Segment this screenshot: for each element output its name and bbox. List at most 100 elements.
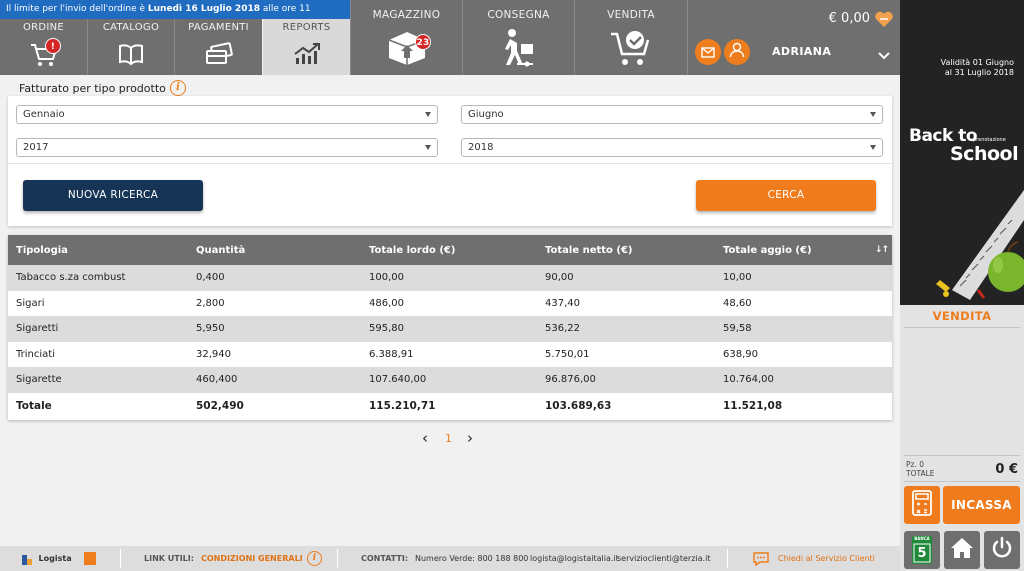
next-page-button[interactable]: › [467,429,473,447]
promo-banner[interactable]: Validità 01 Giugno al 31 Luglio 2018 Bac… [900,0,1024,305]
power-icon [990,536,1014,564]
cell-totale-aggio: 638,90 [723,348,758,360]
total-label: Totale [16,400,52,412]
pieces-label: Pz. 0 [906,460,924,469]
cell-totale-lordo: 6.388,91 [369,348,414,360]
email-link[interactable]: logista@logistaitalia.it [530,546,619,571]
profile-button[interactable] [724,39,750,65]
cell-quantita: 2,800 [196,297,225,309]
cell-totale-netto: 5.750,01 [545,348,590,360]
dropdown-arrow-icon [425,145,431,150]
promo-validity-line1: Validità 01 Giugno [940,58,1014,67]
info-icon[interactable]: i [170,80,186,96]
to-month-value: Giugno [468,109,504,120]
tab-catalogo[interactable]: CATALOGO [88,19,174,75]
chevron-down-icon[interactable] [878,45,890,64]
to-month-select[interactable]: Giugno [461,105,883,124]
customer-service-link[interactable]: Chiedi al Servizio Clienti [778,546,875,571]
search-button[interactable]: CERCA [696,180,876,211]
prev-page-button[interactable]: ‹ [422,429,428,447]
info-icon[interactable]: i [307,551,322,566]
tab-ordine[interactable]: ORDINE ! [0,19,87,75]
tab-reports[interactable]: REPORTS [263,19,350,75]
wallet-heart-icon[interactable] [874,10,894,32]
cell-totale-netto: 536,22 [545,323,580,335]
logo-text: Logista [38,554,72,563]
total-quantita: 502,490 [196,400,244,412]
dropdown-arrow-icon [425,112,431,117]
total-aggio: 11.521,08 [723,400,783,412]
column-header-tipologia[interactable]: Tipologia [16,235,68,265]
chat-icon [752,551,770,568]
column-header-totale-netto[interactable]: Totale netto (€) [545,235,633,265]
side-panel: Validità 01 Giugno al 31 Luglio 2018 Bac… [900,0,1024,571]
user-name: ADRIANA [772,45,832,58]
table-header: Tipologia Quantità Totale lordo (€) Tota… [8,235,892,265]
filter-panel: Gennaio Giugno 2017 2018 NUOVA RICERCA C… [8,96,892,226]
tab-pagamenti[interactable]: PAGAMENTI [175,19,262,75]
dropdown-arrow-icon [870,145,876,150]
from-year-value: 2017 [23,142,49,153]
cell-totale-netto: 90,00 [545,272,574,284]
mail-button[interactable] [695,39,721,65]
power-button[interactable] [984,531,1020,569]
book-icon [117,42,145,69]
table-total-row: Totale 502,490 115.210,71 103.689,63 11.… [8,392,892,420]
tab-magazzino[interactable]: MAGAZZINO 23 [351,0,462,75]
notice-date: Lunedì 16 Luglio 2018 [147,4,260,14]
report-table: Tipologia Quantità Totale lordo (€) Tota… [8,235,892,420]
cell-tipologia: Sigaretti [16,323,59,335]
tab-consegna-label: CONSEGNA [487,9,550,21]
bank-button[interactable]: BANCA 5 [904,531,940,569]
column-header-quantita[interactable]: Quantità [196,235,245,265]
column-header-totale-lordo[interactable]: Totale lordo (€) [369,235,455,265]
bank-label: BANCA [914,536,930,541]
cell-totale-aggio: 59,58 [723,323,752,335]
user-icon [729,42,745,62]
tab-magazzino-label: MAGAZZINO [372,9,441,21]
cash-in-button[interactable]: INCASSA [943,486,1020,524]
cell-totale-lordo: 107.640,00 [369,374,427,386]
mail-icon [701,43,715,62]
app-root: Il limite per l'invio dell'ordine è Lune… [0,0,1024,571]
calculator-button[interactable] [904,486,940,524]
page-title: Fatturato per tipo prodotto [19,82,166,95]
conditions-link[interactable]: CONDIZIONI GENERALI [201,546,303,571]
cell-tipologia: Sigarette [16,374,62,386]
to-year-value: 2018 [468,142,494,153]
table-row: Sigaretti 5,950 595,80 536,22 59,58 [8,316,892,342]
credit-cards-icon [204,42,234,69]
cell-quantita: 0,400 [196,272,225,284]
from-month-select[interactable]: Gennaio [16,105,438,124]
sale-section-label: VENDITA [932,309,992,323]
to-year-select[interactable]: 2018 [461,138,883,157]
column-header-totale-aggio[interactable]: Totale aggio (€) [723,235,812,265]
footer-divider [337,549,338,568]
trend-chart-icon [293,42,321,69]
sort-icon[interactable]: ↓↑ [875,235,889,265]
contacts-label: CONTATTI: [361,554,409,563]
tab-catalogo-label: CATALOGO [102,22,160,33]
cell-totale-aggio: 10,00 [723,272,752,284]
tab-reports-label: REPORTS [282,22,331,33]
tab-vendita[interactable]: VENDITA [575,0,687,75]
table-row: Sigari 2,800 486,00 437,40 48,60 [8,291,892,317]
email-link[interactable]: servizioclienti@terzia.it [617,546,710,571]
notice-prefix: Il limite per l'invio dell'ordine è [6,4,148,14]
from-year-select[interactable]: 2017 [16,138,438,157]
cell-totale-netto: 437,40 [545,297,580,309]
footer-divider [120,549,121,568]
tab-pagamenti-label: PAGAMENTI [188,22,249,33]
calculator-icon [911,490,933,520]
promo-validity-line2: al 31 Luglio 2018 [944,68,1014,77]
cart-check-icon [609,28,653,71]
cell-tipologia: Sigari [16,297,45,309]
home-button[interactable] [944,531,980,569]
tab-vendita-label: VENDITA [607,9,655,21]
tab-consegna[interactable]: CONSEGNA [463,0,574,75]
current-page[interactable]: 1 [445,432,452,445]
new-search-button[interactable]: NUOVA RICERCA [23,180,203,211]
user-area: € 0,00 ADRIANA [688,0,900,75]
from-month-value: Gennaio [23,109,65,120]
dropdown-arrow-icon [870,112,876,117]
